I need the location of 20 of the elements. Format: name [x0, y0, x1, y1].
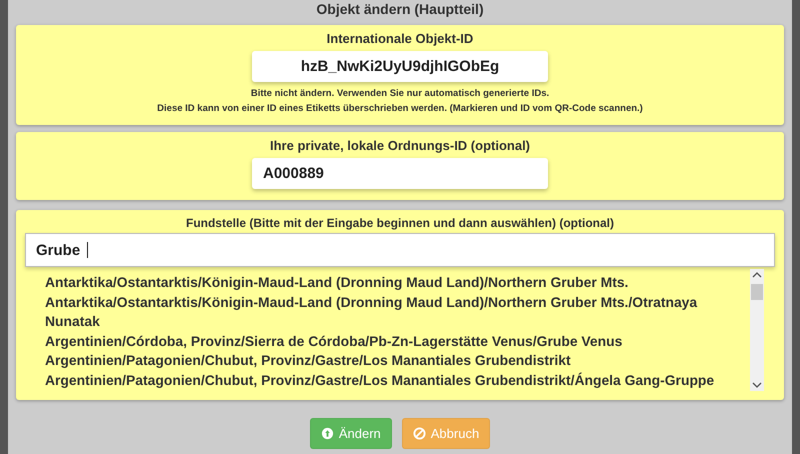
scroll-up-icon[interactable] [752, 272, 762, 278]
scroll-down-icon[interactable] [752, 382, 762, 388]
scroll-thumb[interactable] [751, 284, 763, 300]
field-label: Ihre private, lokale Ordnungs-ID (optional) [270, 138, 530, 153]
suggestion-item[interactable]: Antarktika/Ostantarktis/Königin-Maud-Land (Dronning Maud Land)/Northern Gruber Mts./Otratnaya Nunatak [45, 292, 738, 332]
suggestion-item[interactable]: Antarktika/Ostantarktis/Königin-Maud-Land (Dronning Maud Land)/Northern Gruber Mts. [45, 273, 738, 292]
input-field[interactable]: A000889 [252, 158, 548, 189]
suggestion-item[interactable]: Argentinien/Patagonien/Chubut, Provinz/Gastre/Los Manantiales Grubendistrikt [45, 351, 738, 370]
hint-text: Bitte nicht ändern. Verwenden Sie nur automatisch generierte IDs. [250, 87, 550, 101]
ban-icon [412, 427, 426, 440]
field-label: Internationale Objekt-ID [326, 31, 474, 46]
dialog-title: Objekt ändern (Hauptteil) [315, 0, 485, 18]
suggestion-item[interactable]: Argentinien/Córdoba, Provinz/Sierra de Córdoba/Pb-Zn-Lagerstätte Venus/Grube Venus [45, 332, 738, 351]
scrollbar[interactable] [750, 269, 764, 391]
hint-text: Diese ID kann von einer ID eines Etiketts überschrieben werden. (Markieren und ID vom QR-Code scannen.) [157, 102, 643, 116]
input-field[interactable]: Grube [25, 233, 775, 267]
input-field[interactable]: hzB_NwKi2UyU9djhIGObEg [252, 51, 548, 82]
field-label: Fundstelle (Bitte mit der Eingabe beginnen und dann auswählen) (optional) [186, 216, 614, 230]
suggestion-item[interactable]: Argentinien/Patagonien/Chubut, Provinz/Gastre/Los Manantiales Grubendistrikt/Ángela Gang-Gruppe [45, 370, 738, 390]
arrow-up-circle-icon [320, 427, 334, 440]
